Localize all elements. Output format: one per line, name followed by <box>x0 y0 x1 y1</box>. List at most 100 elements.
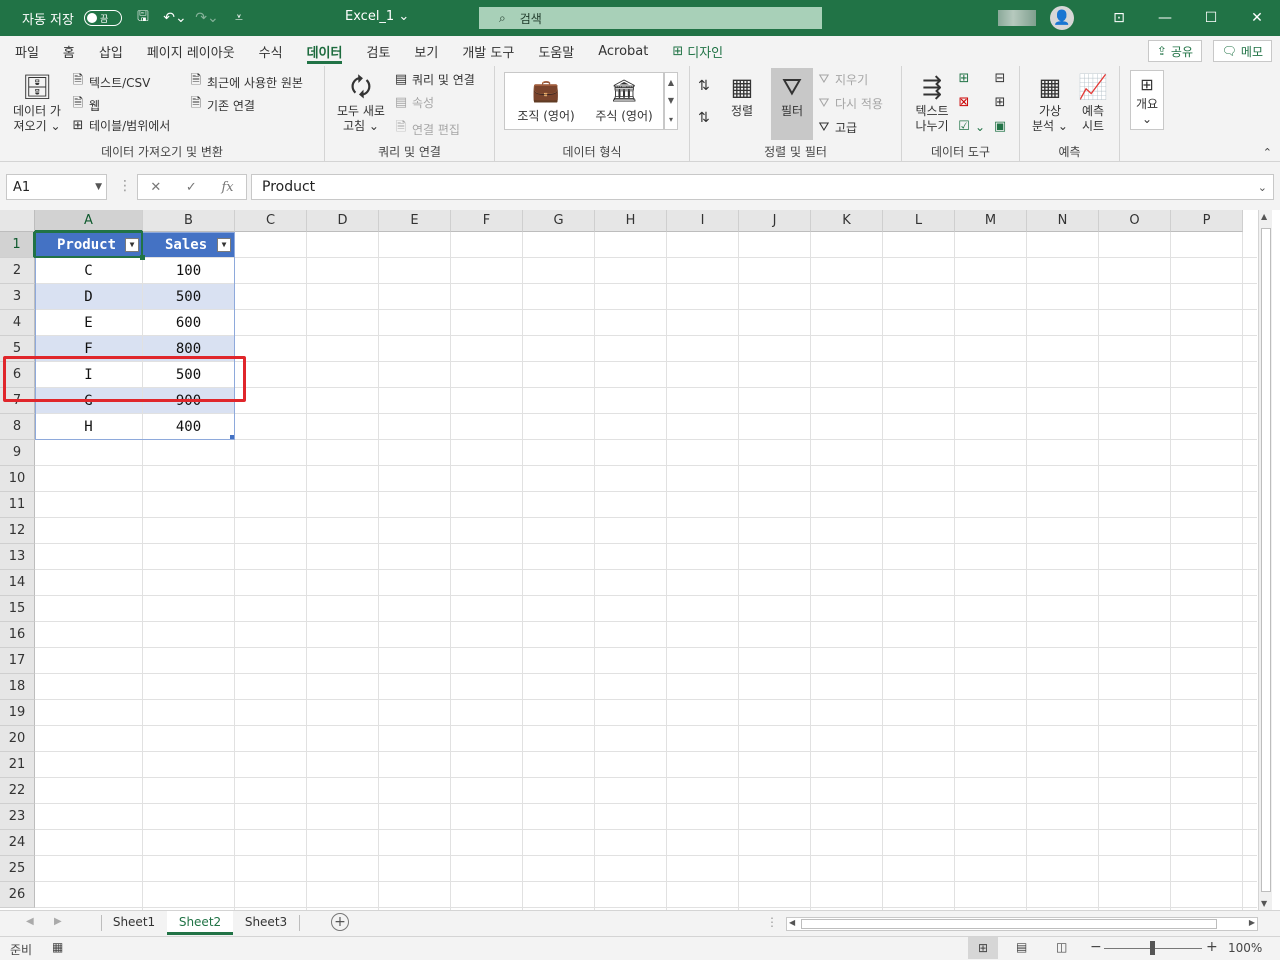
what-if-analysis-button[interactable]: ▦ 가상 분석 ⌄ <box>1028 72 1072 134</box>
table-cell[interactable]: E <box>35 310 142 335</box>
zoom-level[interactable]: 100% <box>1228 941 1262 955</box>
row-header-12[interactable]: 12 <box>0 518 35 544</box>
relationships-button[interactable]: ⊞ <box>992 95 1008 110</box>
outline-button[interactable]: ⊞ 개요 ⌄ <box>1130 70 1164 130</box>
table-cell[interactable]: D <box>35 284 142 309</box>
filter-button[interactable]: ⛛ 필터 <box>772 72 812 119</box>
scroll-up-arrow-icon[interactable]: ▲ <box>1261 212 1267 221</box>
row-header-20[interactable]: 20 <box>0 726 35 752</box>
existing-connections-button[interactable]: 🗎 기존 연결 <box>188 94 255 116</box>
save-icon[interactable]: 🖫 <box>132 7 154 29</box>
horizontal-scroll-thumb[interactable] <box>801 919 1217 929</box>
search-box[interactable]: ⌕ 검색 <box>479 7 822 29</box>
column-header-g[interactable]: G <box>523 210 595 232</box>
column-header-l[interactable]: L <box>883 210 955 232</box>
consolidate-button[interactable]: ⊟ <box>992 71 1008 86</box>
row-header-14[interactable]: 14 <box>0 570 35 596</box>
tab-table-design[interactable]: ⊞ 디자인 <box>660 36 735 66</box>
page-layout-view-icon[interactable]: ▤ <box>1016 940 1027 954</box>
column-header-e[interactable]: E <box>379 210 451 232</box>
expand-formula-icon[interactable]: ⌄ <box>1258 181 1267 194</box>
tab-file[interactable]: 파일 <box>3 36 51 66</box>
row-header-3[interactable]: 3 <box>0 284 35 310</box>
tab-page-layout[interactable]: 페이지 레이아웃 <box>135 36 247 66</box>
from-text-csv-button[interactable]: 🗎 텍스트/CSV <box>70 71 151 93</box>
data-model-button[interactable]: ▣ <box>992 119 1008 134</box>
zoom-in-icon[interactable]: + <box>1206 939 1218 955</box>
refresh-all-button[interactable]: 🗘 모두 새로 고침 ⌄ <box>331 72 391 134</box>
table-cell[interactable]: C <box>35 258 142 283</box>
next-sheet-icon[interactable]: ▶ <box>54 916 62 927</box>
table-cell[interactable]: 500 <box>143 284 234 309</box>
filter-dropdown-icon[interactable]: ▼ <box>217 238 231 252</box>
avatar[interactable]: 👤 <box>1050 6 1074 30</box>
tab-acrobat[interactable]: Acrobat <box>586 36 660 66</box>
autosave-toggle[interactable]: 끔 <box>83 10 122 26</box>
forecast-sheet-button[interactable]: 📈 예측 시트 <box>1072 72 1114 134</box>
recent-sources-button[interactable]: 🗎 최근에 사용한 원본 <box>188 71 303 93</box>
worksheet-grid[interactable]: ABCDEFGHIJKLMNOP 1 2 3 4 5 6 7 8 9 10 11 12 13 14 15 16… <box>0 210 1280 910</box>
row-header-16[interactable]: 16 <box>0 622 35 648</box>
prev-sheet-icon[interactable]: ◀ <box>26 916 34 927</box>
column-header-b[interactable]: B <box>143 210 235 232</box>
scroll-down-arrow-icon[interactable]: ▼ <box>1261 899 1267 908</box>
row-header-17[interactable]: 17 <box>0 648 35 674</box>
from-web-button[interactable]: 🗎 웹 <box>70 94 100 116</box>
row-header-4[interactable]: 4 <box>0 310 35 336</box>
row-header-21[interactable]: 21 <box>0 752 35 778</box>
stocks-type-button[interactable]: 🏛 주식 (영어) <box>585 77 663 124</box>
row-header-23[interactable]: 23 <box>0 804 35 830</box>
row-header-2[interactable]: 2 <box>0 258 35 284</box>
table-cell[interactable]: 100 <box>143 258 234 283</box>
ribbon-display-icon[interactable]: ⊡ <box>1096 0 1142 36</box>
column-header-h[interactable]: H <box>595 210 667 232</box>
table-cell[interactable]: 600 <box>143 310 234 335</box>
row-header-13[interactable]: 13 <box>0 544 35 570</box>
row-header-26[interactable]: 26 <box>0 882 35 908</box>
sheet-tab-sheet3[interactable]: Sheet3 <box>234 911 298 935</box>
table-cell[interactable]: H <box>35 414 142 439</box>
column-header-d[interactable]: D <box>307 210 379 232</box>
row-header-19[interactable]: 19 <box>0 700 35 726</box>
column-header-f[interactable]: F <box>451 210 523 232</box>
minimize-icon[interactable]: — <box>1142 0 1188 36</box>
row-header-24[interactable]: 24 <box>0 830 35 856</box>
get-data-button[interactable]: 🗄 데이터 가 져오기 ⌄ <box>8 72 66 134</box>
tab-help[interactable]: 도움말 <box>526 36 586 66</box>
remove-duplicates-button[interactable]: ⊠ <box>956 95 972 110</box>
collapse-ribbon-icon[interactable]: ⌃ <box>1263 146 1272 159</box>
data-validation-button[interactable]: ☑ ⌄ <box>956 119 985 134</box>
tab-splitter-icon[interactable]: ⋮ <box>766 915 778 929</box>
redo-icon[interactable]: ↷⌄ <box>195 7 218 29</box>
tab-review[interactable]: 검토 <box>354 36 402 66</box>
text-to-columns-button[interactable]: ⇶ 텍스트 나누기 <box>910 72 954 134</box>
from-table-range-button[interactable]: ⊞ 테이블/범위에서 <box>70 117 171 134</box>
file-title-dropdown[interactable]: Excel_1 ⌄ <box>345 9 409 24</box>
advanced-filter-button[interactable]: ⛛ 고급 <box>816 119 858 136</box>
comments-button[interactable]: 🗨 메모 <box>1212 40 1272 62</box>
row-header-18[interactable]: 18 <box>0 674 35 700</box>
formula-input[interactable]: Product ⌄ <box>251 174 1274 200</box>
tab-insert[interactable]: 삽입 <box>87 36 135 66</box>
cancel-icon[interactable]: ✕ <box>150 180 161 195</box>
column-header-n[interactable]: N <box>1027 210 1099 232</box>
insert-function-icon[interactable]: fx <box>221 180 233 195</box>
data-types-scroll[interactable]: ▲ ▼ ▾ <box>664 72 678 130</box>
tab-home[interactable]: 홈 <box>51 36 87 66</box>
table-header-sales[interactable]: Sales ▼ <box>143 232 234 257</box>
maximize-icon[interactable]: ☐ <box>1188 0 1234 36</box>
tab-formulas[interactable]: 수식 <box>247 36 295 66</box>
column-header-a[interactable]: A <box>35 210 143 232</box>
row-header-25[interactable]: 25 <box>0 856 35 882</box>
scroll-right-arrow-icon[interactable]: ▶ <box>1249 918 1255 927</box>
enter-icon[interactable]: ✓ <box>186 180 197 195</box>
tab-data[interactable]: 데이터 <box>295 36 355 66</box>
column-header-k[interactable]: K <box>811 210 883 232</box>
name-box[interactable]: A1 ▼ <box>6 174 107 200</box>
tab-view[interactable]: 보기 <box>402 36 450 66</box>
reapply-button[interactable]: ⛛ 다시 적용 <box>816 95 883 112</box>
sort-descending-button[interactable]: ⇅ <box>698 110 710 126</box>
normal-view-icon[interactable]: ⊞ <box>968 937 998 959</box>
zoom-out-icon[interactable]: − <box>1090 939 1102 955</box>
sheet-tab-sheet1[interactable]: Sheet1 <box>102 911 166 935</box>
